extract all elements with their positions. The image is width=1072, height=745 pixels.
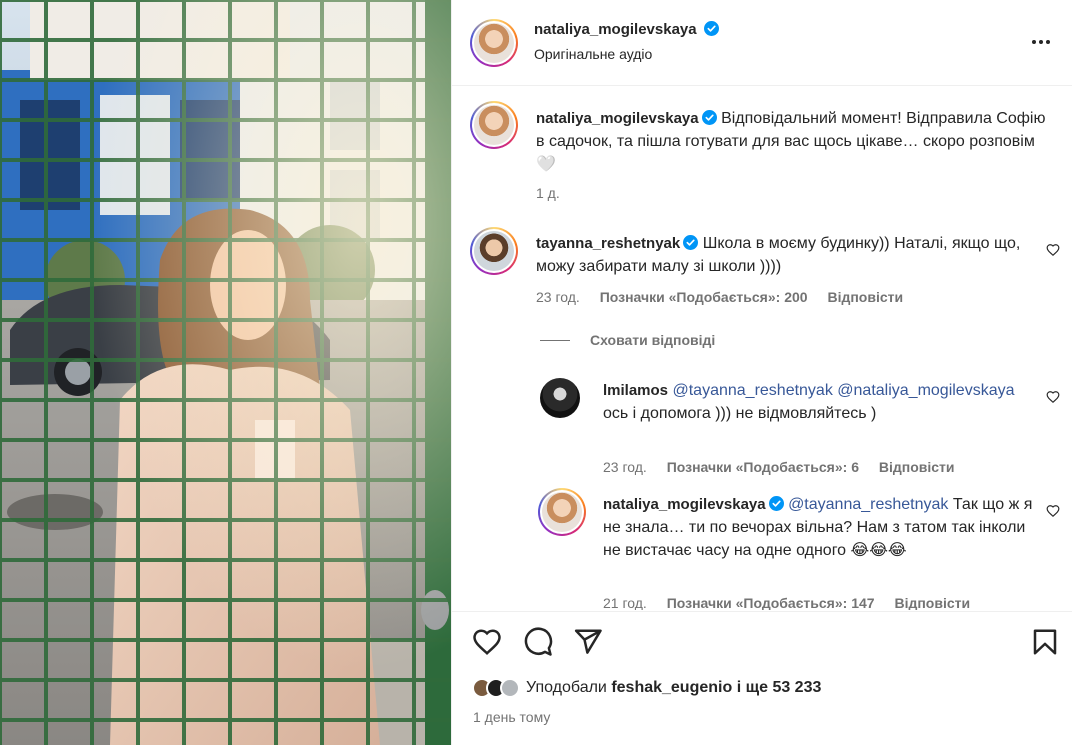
bookmark-icon[interactable] [1030, 627, 1060, 657]
reply-likes-count[interactable]: Позначки «Подобається»: 6 [667, 459, 859, 475]
verified-badge-icon [768, 496, 784, 511]
audio-label[interactable]: Оригінальне аудіо [534, 46, 652, 62]
post-date[interactable]: 1 день тому [473, 709, 550, 725]
laughing-emoji: 😂😂😂 [850, 542, 907, 559]
commenter-avatar[interactable] [470, 227, 518, 275]
action-bar: Уподобали feshak_eugenio і ще 53 233 1 д… [452, 611, 1072, 745]
reply-button[interactable]: Відповісти [827, 289, 903, 305]
verified-badge-icon [704, 21, 720, 36]
reply-likes-count[interactable]: Позначки «Подобається»: 147 [667, 595, 875, 610]
mention-link[interactable]: @nataliya_mogilevskaya [837, 382, 1014, 399]
reply-username[interactable]: nataliya_mogilevskaya [603, 496, 766, 513]
hide-replies-button[interactable]: Сховати відповіді [540, 332, 715, 348]
reply-like-heart-icon[interactable] [1046, 390, 1060, 404]
author-avatar[interactable] [470, 19, 518, 67]
reply: nataliya_mogilevskaya @tayanna_reshetnya… [603, 493, 1038, 562]
liked-by-text: Уподобали feshak_eugenio і ще 53 233 [526, 679, 822, 696]
reply-time: 21 год. [603, 595, 647, 610]
verified-badge-icon [701, 110, 717, 125]
reply-button[interactable]: Відповісти [894, 595, 970, 610]
reply-meta: 21 год. Позначки «Подобається»: 147 Відп… [603, 595, 986, 610]
more-options-icon[interactable] [1029, 30, 1053, 54]
share-icon[interactable] [573, 627, 603, 657]
caption-avatar[interactable] [470, 101, 518, 149]
liker-username[interactable]: feshak_eugenio [611, 679, 732, 696]
comment-username[interactable]: tayanna_reshetnyak [536, 235, 680, 252]
reply-username[interactable]: lmilamos [603, 382, 668, 399]
comment-likes-count[interactable]: Позначки «Подобається»: 200 [600, 289, 808, 305]
comment-icon[interactable] [523, 627, 553, 657]
reply: lmilamos @tayanna_reshetnyak @nataliya_m… [603, 379, 1038, 425]
post-media[interactable] [0, 0, 451, 745]
comment-like-heart-icon[interactable] [1046, 243, 1060, 257]
liked-by-row[interactable]: Уподобали feshak_eugenio і ще 53 233 [472, 678, 821, 698]
caption-username[interactable]: nataliya_mogilevskaya [536, 110, 699, 127]
likes-count[interactable]: і ще 53 233 [737, 679, 822, 696]
reply-avatar[interactable] [538, 376, 582, 420]
reply-avatar[interactable] [538, 488, 586, 536]
reply-time: 23 год. [603, 459, 647, 475]
caption-time: 1 д. [536, 185, 560, 201]
reply-like-heart-icon[interactable] [1046, 504, 1060, 518]
reply-meta: 23 год. Позначки «Подобається»: 6 Відпов… [603, 459, 971, 475]
hide-replies-label: Сховати відповіді [590, 332, 716, 348]
divider [540, 339, 570, 341]
heart-icon[interactable] [472, 627, 502, 657]
video-still [0, 0, 451, 745]
reply-button[interactable]: Відповісти [879, 459, 955, 475]
post-detail-panel: nataliya_mogilevskaya Оригінальне аудіо … [451, 0, 1072, 745]
comment-meta: 23 год. Позначки «Подобається»: 200 Відп… [536, 289, 919, 305]
comment-time: 23 год. [536, 289, 580, 305]
white-heart-emoji: 🤍 [536, 156, 556, 173]
liker-avatar [500, 678, 520, 698]
comment: tayanna_reshetnyak Школа в моєму будинку… [536, 232, 1036, 278]
comments-list[interactable]: nataliya_mogilevskaya Відповідальний мом… [452, 87, 1072, 610]
mention-link[interactable]: @tayanna_reshetnyak [672, 382, 832, 399]
reply-text: ось і допомога ))) не відмовляйтесь ) [603, 405, 877, 422]
mention-link[interactable]: @tayanna_reshetnyak [788, 496, 948, 513]
verified-badge-icon [683, 235, 699, 250]
post-header: nataliya_mogilevskaya Оригінальне аудіо [452, 0, 1072, 86]
author-username[interactable]: nataliya_mogilevskaya [534, 21, 697, 38]
caption: nataliya_mogilevskaya Відповідальний мом… [536, 107, 1051, 176]
